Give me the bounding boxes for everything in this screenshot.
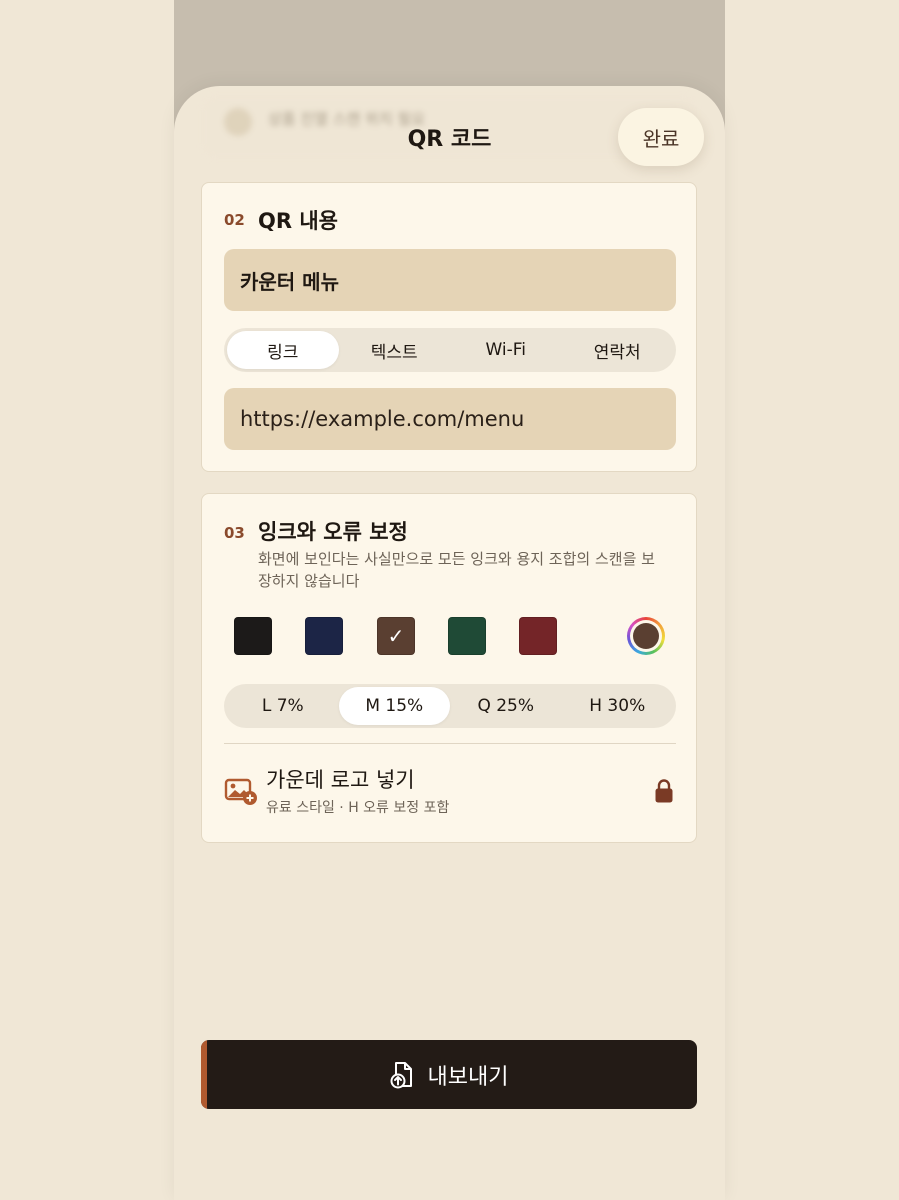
logo-option-subtitle: 유료 스타일 · H 오류 보정 포함 — [266, 800, 450, 816]
tab-text[interactable]: 텍스트 — [339, 331, 451, 369]
divider — [224, 743, 676, 744]
custom-color-preview — [633, 623, 659, 649]
swatch-red[interactable] — [519, 617, 557, 655]
export-accent-bar — [201, 1040, 207, 1109]
swatch-navy[interactable] — [305, 617, 343, 655]
tab-contact[interactable]: 연락처 — [562, 331, 674, 369]
swatch-brown[interactable]: ✓ — [377, 617, 415, 655]
tab-link[interactable]: 링크 — [227, 331, 339, 369]
section-number: 02 — [224, 211, 245, 229]
content-type-tabs: 링크 텍스트 Wi-Fi 연락처 — [224, 328, 676, 372]
file-export-icon — [390, 1061, 412, 1088]
swatch-black[interactable] — [234, 617, 272, 655]
ink-disclaimer: 화면에 보인다는 사실만으로 모든 잉크와 용지 조합의 스캔을 보장하지 않습… — [258, 550, 655, 590]
page-background — [0, 0, 174, 1200]
export-button[interactable]: 내보내기 — [201, 1040, 697, 1109]
swatch-green[interactable] — [448, 617, 486, 655]
url-input[interactable]: https://example.com/menu — [224, 388, 676, 450]
check-icon: ✓ — [387, 624, 405, 648]
qr-content-card: 02 QR 내용 카운터 메뉴 링크 텍스트 Wi-Fi 연락처 https:/… — [201, 182, 697, 472]
section-title: 잉크와 오류 보정 — [258, 520, 408, 544]
section-number: 03 — [224, 524, 245, 542]
error-correction-tabs: L 7% M 15% Q 25% H 30% — [224, 684, 676, 728]
lock-icon[interactable] — [654, 778, 674, 804]
level-q[interactable]: Q 25% — [450, 687, 562, 725]
logo-option-title: 가운데 로고 넣기 — [266, 768, 415, 792]
tab-wifi[interactable]: Wi-Fi — [450, 331, 562, 369]
export-label: 내보내기 — [427, 1064, 509, 1090]
image-add-icon — [224, 778, 257, 805]
level-m[interactable]: M 15% — [338, 687, 450, 725]
section-title: QR 내용 — [258, 209, 338, 233]
level-l[interactable]: L 7% — [227, 687, 339, 725]
level-h[interactable]: H 30% — [562, 687, 674, 725]
done-button[interactable]: 완료 — [618, 108, 704, 166]
qr-name-field[interactable]: 카운터 메뉴 — [224, 249, 676, 311]
custom-color-picker[interactable] — [627, 617, 665, 655]
ink-correction-card: 03 잉크와 오류 보정 화면에 보인다는 사실만으로 모든 잉크와 용지 조합… — [201, 493, 697, 843]
